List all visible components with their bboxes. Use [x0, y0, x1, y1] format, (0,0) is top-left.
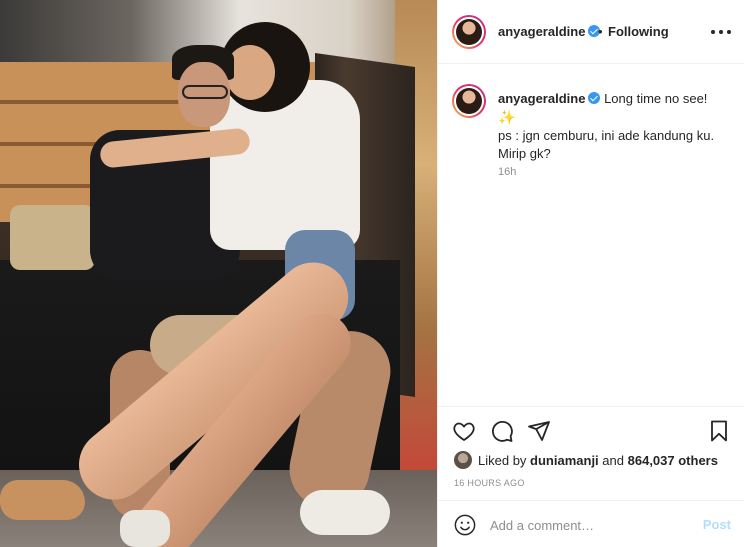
comment-box: Post	[438, 500, 744, 547]
bookmark-icon[interactable]	[707, 419, 731, 443]
comment-bubble-icon[interactable]	[490, 419, 514, 443]
heart-icon[interactable]	[452, 419, 476, 443]
likes-count-link[interactable]: 864,037 others	[628, 453, 718, 468]
caption-area: anyageraldine Long time no see! ✨ ps : j…	[438, 64, 744, 406]
sparkle-emoji: ✨	[498, 109, 516, 125]
liker-username-link[interactable]: duniamanji	[530, 453, 599, 468]
paper-plane-icon[interactable]	[527, 419, 551, 443]
more-dots-icon[interactable]	[711, 23, 731, 41]
action-bar	[438, 406, 744, 450]
photo-glasses	[182, 85, 228, 99]
photo-sneaker	[120, 510, 170, 547]
likes-summary: Liked by duniamanji and 864,037 others	[454, 450, 718, 470]
separator-bullet: •	[598, 24, 603, 39]
caption-timestamp[interactable]: 16h	[498, 166, 516, 178]
post-comment-button[interactable]: Post	[703, 517, 731, 532]
likes-prefix: Liked by	[478, 452, 527, 468]
post-side-panel: anyageraldine • Following anyageraldine …	[437, 0, 744, 547]
author-avatar[interactable]	[452, 15, 486, 49]
author-username-link[interactable]: anyageraldine	[498, 24, 601, 39]
caption-author-avatar[interactable]	[452, 84, 486, 118]
post-header: anyageraldine • Following	[438, 0, 744, 64]
photo-sneaker	[300, 490, 390, 535]
smiley-icon[interactable]	[454, 514, 476, 536]
post-photo[interactable]	[0, 0, 437, 547]
following-button[interactable]: Following	[608, 24, 669, 39]
caption-line-2: ps : jgn cemburu, ini ade kandung ku. Mi…	[498, 128, 715, 161]
liker-avatar[interactable]	[454, 451, 472, 469]
photo-shoe	[0, 480, 85, 520]
caption-line-1: Long time no see!	[604, 91, 708, 106]
likes-conjunction: and	[602, 452, 624, 468]
caption-text: anyageraldine Long time no see! ✨ ps : j…	[498, 90, 730, 163]
photo-bag	[10, 205, 95, 270]
post-age[interactable]: 16 HOURS AGO	[454, 478, 525, 488]
verified-badge-icon	[588, 92, 601, 104]
comment-input[interactable]	[490, 515, 690, 535]
caption-username-link[interactable]: anyageraldine	[498, 91, 601, 106]
